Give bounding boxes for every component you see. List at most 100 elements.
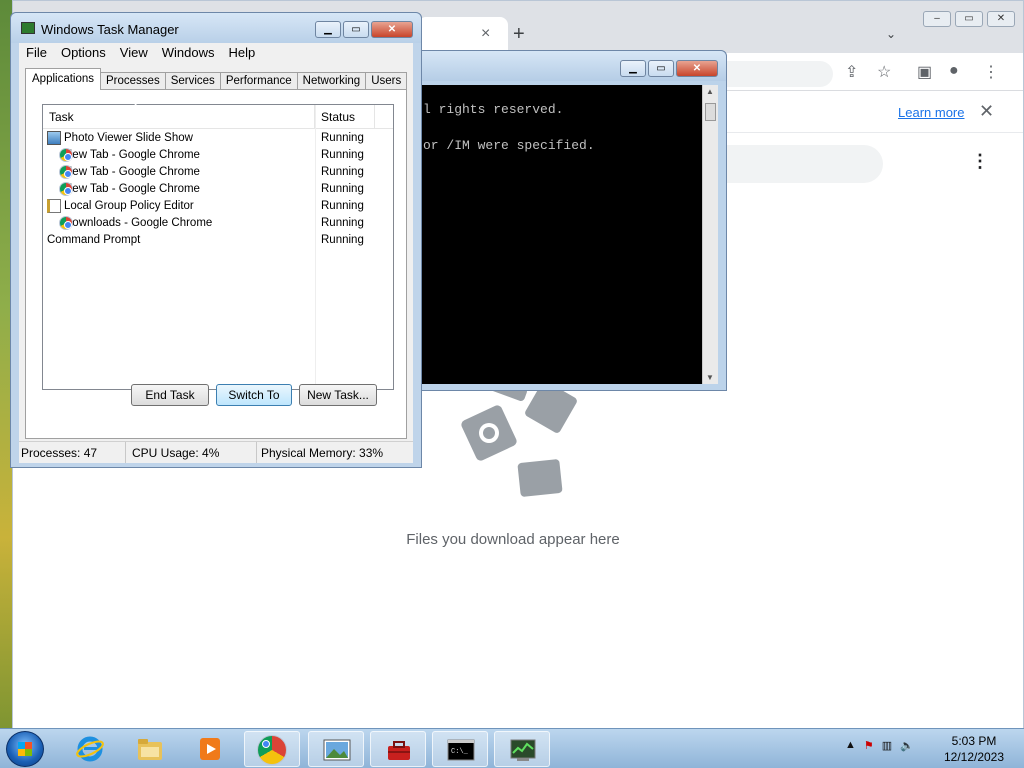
star-icon[interactable]: ☆	[877, 62, 891, 82]
menu-view[interactable]: View	[113, 43, 155, 63]
table-row[interactable]: Downloads - Google Chrome Running	[43, 214, 393, 231]
task-status: Running	[321, 199, 364, 212]
taskbar: C:\_ ▲ ⚑ ▥ 🔈 5:03 PM 12/12/2023	[0, 728, 1024, 768]
task-manager-titlebar[interactable]: Windows Task Manager ▁ ▭ ✕	[11, 13, 421, 43]
task-status: Running	[321, 165, 364, 178]
task-manager-client: Applications Processes Services Performa…	[19, 63, 413, 446]
table-row[interactable]: Local Group Policy Editor Running	[43, 197, 393, 214]
infobar-close-icon[interactable]: ✕	[979, 101, 994, 122]
photo-viewer-icon	[323, 739, 351, 761]
task-cell: Photo Viewer Slide Show	[43, 130, 315, 145]
tab-performance[interactable]: Performance	[219, 72, 298, 90]
column-header-status[interactable]: Status	[315, 105, 375, 128]
taskbar-media-player[interactable]	[182, 731, 238, 767]
tab-users[interactable]: Users	[365, 72, 408, 90]
minimize-button[interactable]: ▁	[315, 21, 341, 38]
task-status: Running	[321, 216, 364, 229]
table-row[interactable]: New Tab - Google Chrome Running	[43, 146, 393, 163]
new-tab-button[interactable]: +	[513, 23, 525, 46]
task-cell: New Tab - Google Chrome	[43, 164, 315, 179]
menu-icon[interactable]: ⋮	[983, 62, 999, 82]
menu-windows[interactable]: Windows	[155, 43, 222, 63]
chrome-tab[interactable]	[418, 17, 508, 53]
downloads-menu-icon[interactable]: ⋮	[971, 151, 989, 172]
taskbar-chrome[interactable]	[244, 731, 300, 767]
chrome-icon	[59, 164, 73, 179]
share-icon[interactable]: ⇪	[845, 62, 858, 82]
menu-file[interactable]: File	[19, 43, 54, 63]
taskbar-command-prompt[interactable]: C:\_	[432, 731, 488, 767]
task-cell: Local Group Policy Editor	[43, 198, 315, 213]
table-row[interactable]: C:\Command Prompt Running	[43, 231, 393, 248]
scroll-down-icon[interactable]: ▼	[706, 373, 714, 382]
end-task-button[interactable]: End Task	[131, 384, 209, 406]
console-line: l rights reserved.	[423, 102, 564, 117]
column-header-task[interactable]: Task	[43, 105, 315, 128]
taskbar-group-policy[interactable]	[370, 731, 426, 767]
downloads-empty-text: Files you download appear here	[406, 531, 620, 548]
console-scrollbar[interactable]: ▲ ▼	[702, 85, 718, 384]
menu-help[interactable]: Help	[221, 43, 262, 63]
internet-explorer-icon	[76, 736, 104, 762]
scroll-thumb[interactable]	[705, 103, 716, 121]
profile-icon[interactable]: ●	[949, 62, 959, 80]
taskbar-clock[interactable]: 5:03 PM 12/12/2023	[940, 733, 1008, 765]
physical-memory: Physical Memory: 33%	[261, 446, 384, 460]
new-task-button[interactable]: New Task...	[299, 384, 377, 406]
tab-services[interactable]: Services	[164, 72, 221, 90]
menu-options[interactable]: Options	[54, 43, 113, 63]
action-center-icon[interactable]: ⚑	[864, 739, 874, 752]
learn-more-link[interactable]: Learn more	[898, 105, 964, 120]
taskbar-internet-explorer[interactable]	[62, 731, 118, 767]
switch-to-button[interactable]: Switch To	[216, 384, 292, 406]
close-button[interactable]: ✕	[371, 21, 413, 38]
command-prompt-titlebar[interactable]: ▁ ▭ ✕	[413, 51, 726, 81]
task-name: Local Group Policy Editor	[64, 199, 194, 212]
status-bar: Processes: 47 CPU Usage: 4% Physical Mem…	[19, 441, 413, 463]
table-row[interactable]: Photo Viewer Slide Show Running	[43, 129, 393, 146]
group-policy-icon	[47, 198, 61, 213]
minimize-button[interactable]: ▁	[620, 60, 646, 77]
close-button[interactable]: ✕	[987, 11, 1015, 27]
taskbar-file-explorer[interactable]	[122, 731, 178, 767]
list-header: Task Status	[43, 105, 393, 129]
maximize-button[interactable]: ▭	[648, 60, 674, 77]
scroll-up-icon[interactable]: ▲	[706, 87, 714, 96]
task-manager-window: Windows Task Manager ▁ ▭ ✕ File Options …	[10, 12, 422, 468]
start-button[interactable]	[6, 731, 44, 767]
maximize-button[interactable]: ▭	[955, 11, 983, 27]
media-player-icon	[200, 738, 220, 760]
tab-networking[interactable]: Networking	[296, 72, 367, 90]
table-row[interactable]: New Tab - Google Chrome Running	[43, 163, 393, 180]
console-output[interactable]: l rights reserved. or /IM were specified.	[421, 85, 708, 384]
task-status: Running	[321, 233, 364, 246]
close-button[interactable]: ✕	[676, 60, 718, 77]
table-row[interactable]: New Tab - Google Chrome Running	[43, 180, 393, 197]
task-name: Downloads - Google Chrome	[64, 216, 213, 229]
tab-search-icon[interactable]: ⌄	[886, 27, 896, 41]
command-prompt-window-controls: ▁ ▭ ✕	[620, 60, 718, 77]
applications-list[interactable]: Task Status Photo Viewer Slide Show Runni…	[42, 104, 394, 390]
clock-date: 12/12/2023	[943, 750, 1005, 764]
processes-count: Processes: 47	[19, 442, 126, 463]
taskbar-task-manager[interactable]	[494, 731, 550, 767]
task-cell: New Tab - Google Chrome	[43, 147, 315, 162]
tab-applications[interactable]: Applications	[25, 68, 102, 90]
column-divider	[315, 105, 316, 389]
tab-processes[interactable]: Processes	[100, 72, 166, 90]
task-cell: C:\Command Prompt	[43, 234, 315, 246]
maximize-button[interactable]: ▭	[343, 21, 369, 38]
task-manager-icon	[21, 22, 35, 34]
side-panel-icon[interactable]: ▣	[917, 62, 932, 82]
volume-icon[interactable]: 🔈	[900, 739, 914, 752]
chrome-window-controls: – ▭ ✕	[923, 11, 1015, 27]
minimize-button[interactable]: –	[923, 11, 951, 27]
console-line: or /IM were specified.	[423, 138, 595, 153]
show-hidden-icons-icon[interactable]: ▲	[845, 739, 856, 752]
cpu-usage: CPU Usage: 4%	[126, 442, 257, 463]
taskbar-photo-viewer[interactable]	[308, 731, 364, 767]
file-explorer-icon	[138, 739, 162, 760]
tab-close-icon[interactable]: ×	[481, 25, 490, 43]
task-manager-window-controls: ▁ ▭ ✕	[315, 21, 413, 38]
network-icon[interactable]: ▥	[882, 739, 892, 752]
